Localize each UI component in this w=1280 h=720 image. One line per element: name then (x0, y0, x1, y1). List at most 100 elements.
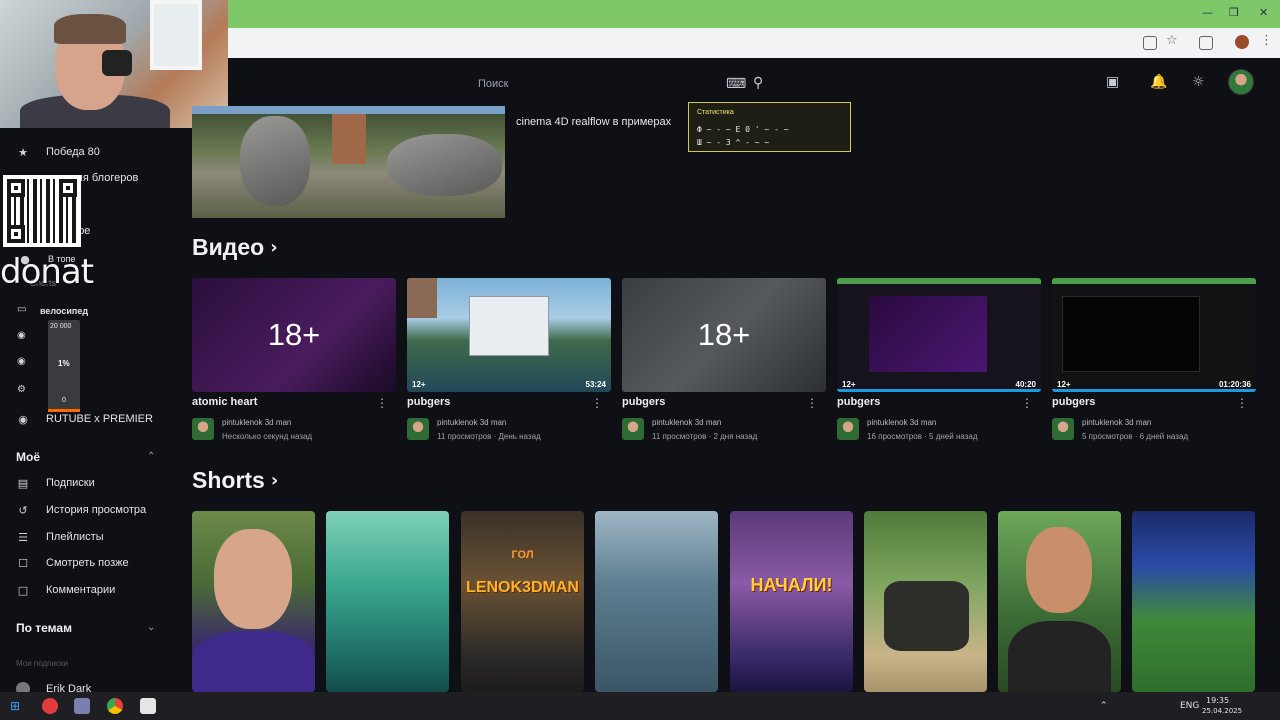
settings-icon: ⚙ (17, 384, 26, 395)
notifications-icon[interactable]: 🔔 (1150, 74, 1167, 90)
video-title[interactable]: pubgers (407, 396, 450, 408)
language-indicator[interactable]: ENG (1180, 701, 1199, 711)
video-title[interactable]: atomic heart (192, 396, 257, 408)
age-restricted-label: 18+ (267, 317, 321, 352)
video-title[interactable]: pubgers (837, 396, 880, 408)
sidebar-item-subscriptions[interactable]: ▤ Подписки (16, 476, 95, 490)
short-card[interactable] (864, 511, 987, 692)
video-thumbnail[interactable]: 12+ 01:20:36 (1052, 278, 1256, 392)
sidebar-item-pobeda[interactable]: ★ Победа 80 (16, 145, 100, 159)
hero-video-thumbnail[interactable] (192, 106, 505, 218)
video-title[interactable]: pubgers (622, 396, 665, 408)
sidebar-item-playlists[interactable]: ☰ Плейлисты (16, 530, 104, 544)
more-options-icon[interactable]: ⋮ (376, 396, 388, 410)
clock-time[interactable]: 19:35 (1206, 696, 1229, 705)
video-thumbnail[interactable]: 18+ (622, 278, 826, 392)
channel-name[interactable]: pintuklenok 3d man (867, 418, 936, 427)
playlist-icon: ☰ (18, 530, 28, 544)
more-options-icon[interactable]: ⋮ (1021, 396, 1033, 410)
channel-avatar[interactable] (622, 418, 644, 440)
browser-profile-avatar[interactable] (1235, 35, 1249, 49)
sidebar-item-label: Победа 80 (46, 146, 100, 158)
short-card[interactable]: НАЧАЛИ! (730, 511, 853, 692)
video-card[interactable]: 18+ atomic heart ⋮ pintuklenok 3d man Не… (192, 278, 396, 441)
age-rating: 12+ (1057, 380, 1071, 389)
tray-expand-icon[interactable]: ⌃ (1100, 701, 1108, 711)
section-videos-header[interactable]: Видео › (192, 234, 278, 261)
chevron-right-icon: › (270, 237, 278, 258)
sidebar-item-history[interactable]: ↺ История просмотра (16, 503, 146, 517)
video-thumbnail[interactable]: 18+ (192, 278, 396, 392)
extensions-icon[interactable] (1199, 36, 1213, 50)
video-card[interactable]: 12+ 40:20 pubgers ⋮ pintuklenok 3d man 1… (837, 278, 1041, 441)
browser-menu-icon[interactable]: ⋮ (1260, 33, 1273, 48)
sidebar-item-comments[interactable]: □ Комментарии (16, 583, 116, 597)
chevron-up-icon[interactable]: ⌃ (147, 451, 155, 462)
hero-video-title[interactable]: cinema 4D realflow в примерах (516, 116, 671, 128)
video-title[interactable]: pubgers (1052, 396, 1095, 408)
age-restricted-label: 18+ (697, 317, 751, 352)
address-bar[interactable] (228, 28, 1280, 58)
video-meta: 16 просмотров · 5 дней назад (867, 432, 978, 441)
install-app-icon[interactable] (1143, 36, 1157, 50)
search-icon[interactable]: ⚲ (753, 75, 763, 91)
channel-avatar[interactable] (192, 418, 214, 440)
sidebar-section-topics[interactable]: По темам (16, 621, 72, 635)
premier-icon: ◉ (18, 412, 28, 426)
clock-date[interactable]: 25.04.2025 (1202, 707, 1242, 715)
section-title: Shorts (192, 467, 265, 493)
video-card[interactable]: 18+ pubgers ⋮ pintuklenok 3d man 11 прос… (622, 278, 826, 441)
section-title: Видео (192, 234, 265, 260)
duration-badge: 40:20 (1015, 380, 1036, 389)
video-meta: 11 просмотров · День назад (437, 432, 541, 441)
channel-avatar[interactable] (1052, 418, 1074, 440)
channel-name[interactable]: pintuklenok 3d man (222, 418, 291, 427)
category-icon: ◉ (17, 356, 26, 367)
theme-icon[interactable]: ☼ (1192, 74, 1205, 90)
video-thumbnail[interactable]: 12+ 53:24 (407, 278, 611, 392)
age-rating: 12+ (412, 380, 426, 389)
app-icon[interactable] (42, 698, 58, 714)
goal-zero: 0 (62, 397, 66, 404)
short-card[interactable] (595, 511, 718, 692)
restore-icon[interactable]: ❐ (1229, 6, 1239, 19)
stats-line: Ф ~ - ~ Е 0 ' ~ - ~ (697, 125, 789, 134)
sidebar-item-label: Смотреть позже (46, 557, 129, 569)
short-card[interactable]: ГОЛ LENOK3DMAN (461, 511, 584, 692)
duration-badge: 01:20:36 (1218, 380, 1251, 389)
search-input[interactable]: Поиск (478, 78, 508, 90)
sidebar-section-my[interactable]: Моё (16, 450, 40, 464)
minimize-icon[interactable]: — (1202, 6, 1213, 19)
channel-name[interactable]: pintuklenok 3d man (1082, 418, 1151, 427)
video-card[interactable]: 12+ 01:20:36 pubgers ⋮ pintuklenok 3d ma… (1052, 278, 1256, 441)
keyboard-icon[interactable]: ⌨ (726, 76, 746, 92)
short-card[interactable] (326, 511, 449, 692)
section-shorts-header[interactable]: Shorts › (192, 467, 278, 494)
sidebar-item-label: Комментарии (46, 584, 116, 596)
more-options-icon[interactable]: ⋮ (806, 396, 818, 410)
close-window-icon[interactable]: ✕ (1259, 6, 1268, 19)
user-avatar[interactable] (1228, 69, 1254, 95)
chrome-icon[interactable] (107, 698, 123, 714)
channel-avatar[interactable] (407, 418, 429, 440)
more-options-icon[interactable]: ⋮ (1236, 396, 1248, 410)
channel-avatar[interactable] (837, 418, 859, 440)
video-thumbnail[interactable]: 12+ 40:20 (837, 278, 1041, 392)
more-options-icon[interactable]: ⋮ (591, 396, 603, 410)
app-icon[interactable] (140, 698, 156, 714)
history-icon: ↺ (18, 503, 28, 517)
bookmark-star-icon[interactable]: ☆ (1166, 33, 1178, 48)
goal-amount: 20 000 (50, 323, 72, 330)
app-icon[interactable] (74, 698, 90, 714)
sidebar-item-watch-later[interactable]: ☐ Смотреть позже (16, 556, 129, 570)
chevron-down-icon[interactable]: ⌄ (147, 622, 155, 633)
channel-name[interactable]: pintuklenok 3d man (437, 418, 506, 427)
short-card[interactable] (1132, 511, 1255, 692)
channel-name[interactable]: pintuklenok 3d man (652, 418, 721, 427)
short-card[interactable] (998, 511, 1121, 692)
upload-icon[interactable]: ▣ (1106, 74, 1119, 90)
short-card[interactable] (192, 511, 315, 692)
start-icon[interactable]: ⊞ (10, 699, 20, 713)
video-card[interactable]: 12+ 53:24 pubgers ⋮ pintuklenok 3d man 1… (407, 278, 611, 441)
sidebar-item-premier[interactable]: ◉ RUTUBE x PREMIER (16, 412, 153, 426)
